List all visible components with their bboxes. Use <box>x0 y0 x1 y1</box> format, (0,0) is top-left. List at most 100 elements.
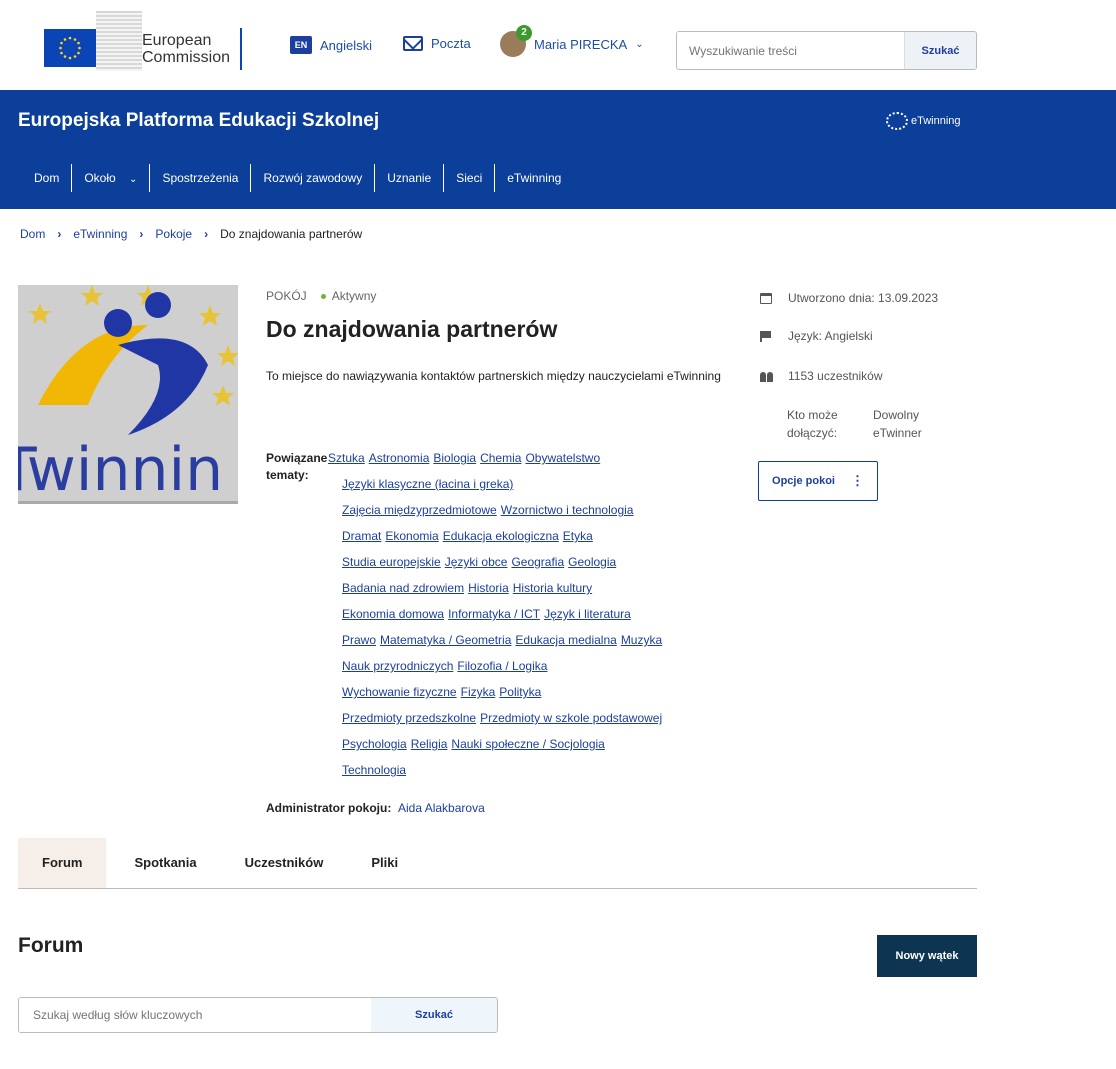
room-kind: POKÓJ Aktywny <box>266 289 377 303</box>
room-admin: Administrator pokoju: Aida Alakbarova <box>266 801 485 815</box>
topic-link[interactable]: Język i literatura <box>544 607 631 621</box>
language-icon: EN <box>290 36 312 54</box>
topic-link[interactable]: Studia europejskie <box>342 555 441 569</box>
site-search-button[interactable]: Szukać <box>904 32 976 69</box>
topic-link[interactable]: Muzyka <box>621 633 662 647</box>
topic-link[interactable]: Astronomia <box>369 451 430 465</box>
topics-row: Dramat Ekonomia Edukacja ekologiczna Etyka <box>342 528 732 554</box>
topics-list: Sztuka Astronomia Biologia Chemia Obywatelst… <box>328 450 732 788</box>
nav-item-uznanie[interactable]: Uznanie <box>375 164 445 192</box>
chevron-down-icon: ⌄ <box>129 174 138 185</box>
forum-search: Szukać <box>18 997 498 1033</box>
topic-link[interactable]: Obywatelstwo <box>525 451 600 465</box>
topic-link[interactable]: Ekonomia <box>385 529 438 543</box>
chevron-right-icon: › <box>204 227 209 241</box>
etwinning-icon <box>886 112 908 130</box>
nav-item-rozwoj-zawodowy[interactable]: Rozwój zawodowy <box>251 164 376 192</box>
topic-link[interactable]: Badania nad zdrowiem <box>342 581 464 595</box>
topic-link[interactable]: Religia <box>411 737 448 751</box>
topic-link[interactable]: Ekonomia domowa <box>342 607 444 621</box>
topic-link[interactable]: Zajęcia międzyprzedmiotowe <box>342 503 497 517</box>
topics-row: Zajęcia międzyprzedmiotowe Wzornictwo i t… <box>342 502 732 528</box>
nav-item-spostrzezenia[interactable]: Spostrzeżenia <box>150 164 252 192</box>
topics-row: Nauk przyrodniczych Filozofia / Logika <box>342 658 732 684</box>
topic-link[interactable]: Fizyka <box>461 685 496 699</box>
topic-link[interactable]: Nauki społeczne / Socjologia <box>451 737 604 751</box>
page-title: Do znajdowania partnerów <box>266 316 558 342</box>
breadcrumb-etwinning[interactable]: eTwinning <box>73 227 127 241</box>
topics-row: Badania nad zdrowiem Historia Historia kul… <box>342 580 732 606</box>
room-options-button[interactable]: Opcje pokoi ⋮ <box>758 461 878 501</box>
avatar: 2 <box>500 25 532 57</box>
topic-link[interactable]: Informatyka / ICT <box>448 607 540 621</box>
topic-link[interactable]: Matematyka / Geometria <box>380 633 511 647</box>
topic-link[interactable]: Sztuka <box>328 451 365 465</box>
topic-link[interactable]: Chemia <box>480 451 521 465</box>
breadcrumb-dom[interactable]: Dom <box>20 227 45 241</box>
site-search-input[interactable] <box>677 32 904 69</box>
topic-link[interactable]: Psychologia <box>342 737 407 751</box>
topic-link[interactable]: Przedmioty w szkole podstawowej <box>480 711 662 725</box>
mail-link[interactable]: Poczta <box>403 36 471 51</box>
european-commission-logo[interactable]: European Commission <box>44 6 244 76</box>
calendar-icon <box>760 292 772 304</box>
topic-link[interactable]: Biologia <box>433 451 476 465</box>
breadcrumb: Dom › eTwinning › Pokoje › Do znajdowani… <box>20 227 362 241</box>
topic-link[interactable]: Historia kultury <box>513 581 592 595</box>
nav-item-okolo[interactable]: Około ⌄ <box>72 164 151 192</box>
logo-text: European Commission <box>142 32 231 66</box>
topic-link[interactable]: Edukacja medialna <box>515 633 616 647</box>
topic-link[interactable]: Prawo <box>342 633 376 647</box>
topics-row: Sztuka Astronomia Biologia Chemia Obywatelst… <box>328 450 732 476</box>
nav-item-etwinning[interactable]: eTwinning <box>495 164 573 192</box>
topic-link[interactable]: Etyka <box>563 529 593 543</box>
tab-spotkania[interactable]: Spotkania <box>106 838 220 888</box>
forum-search-input[interactable] <box>19 998 371 1032</box>
chevron-right-icon: › <box>57 227 62 241</box>
created-date: Utworzono dnia: 13.09.2023 <box>760 291 938 305</box>
topic-link[interactable]: Historia <box>468 581 509 595</box>
mail-icon <box>403 36 423 51</box>
topic-link[interactable]: Dramat <box>342 529 381 543</box>
top-header: European Commission EN Angielski Poczta … <box>0 0 1116 90</box>
tab-uczestnikow[interactable]: Uczestników <box>221 838 348 888</box>
tab-pliki[interactable]: Pliki <box>347 838 422 888</box>
topic-link[interactable]: Filozofia / Logika <box>457 659 547 673</box>
site-title[interactable]: Europejska Platforma Edukacji Szkolnej <box>18 110 379 132</box>
topic-link[interactable]: Geografia <box>511 555 564 569</box>
topic-link[interactable]: Języki klasyczne (łacina i greka) <box>342 477 513 491</box>
more-vertical-icon: ⋮ <box>850 473 864 488</box>
topic-link[interactable]: Przedmioty przedszkolne <box>342 711 476 725</box>
nav-item-dom[interactable]: Dom <box>18 164 73 192</box>
status-dot-icon <box>320 293 326 299</box>
main-navigation: Dom Około ⌄ Spostrzeżenia Rozwój zawodow… <box>18 164 573 192</box>
language-selector[interactable]: EN Angielski <box>290 36 372 54</box>
join-value: Dowolny eTwinner <box>873 408 922 440</box>
topics-row: Przedmioty przedszkolne Przedmioty w szko… <box>342 710 732 736</box>
nav-item-sieci[interactable]: Sieci <box>444 164 496 192</box>
notification-badge: 2 <box>516 25 532 41</box>
room-image-text: Twinnin <box>18 435 224 504</box>
topics-label: Powiązane tematy: <box>266 451 328 482</box>
topic-link[interactable]: Wychowanie fizyczne <box>342 685 457 699</box>
topic-link[interactable]: Geologia <box>568 555 616 569</box>
room-image: Twinnin <box>18 285 238 504</box>
user-menu[interactable]: 2 Maria PIRECKA ⌄ <box>500 25 644 57</box>
forum-heading: Forum <box>18 934 84 957</box>
topic-link[interactable]: Wzornictwo i technologia <box>501 503 634 517</box>
topics-row: Studia europejskie Języki obce Geografia Ge… <box>342 554 732 580</box>
flag-icon <box>760 330 772 342</box>
topic-link[interactable]: Polityka <box>499 685 541 699</box>
topic-link[interactable]: Edukacja ekologiczna <box>443 529 559 543</box>
topic-link[interactable]: Języki obce <box>445 555 508 569</box>
admin-link[interactable]: Aida Alakbarova <box>398 801 485 815</box>
tab-forum[interactable]: Forum <box>18 838 107 888</box>
topic-link[interactable]: Technologia <box>342 763 406 777</box>
forum-search-button[interactable]: Szukać <box>371 998 497 1032</box>
new-thread-button[interactable]: Nowy wątek <box>877 935 977 977</box>
status-badge: Aktywny <box>331 289 377 303</box>
room-language: Język: Angielski <box>760 329 873 343</box>
breadcrumb-pokoje[interactable]: Pokoje <box>155 227 192 241</box>
etwinning-logo[interactable]: eTwinning <box>886 112 961 130</box>
topic-link[interactable]: Nauk przyrodniczych <box>342 659 453 673</box>
